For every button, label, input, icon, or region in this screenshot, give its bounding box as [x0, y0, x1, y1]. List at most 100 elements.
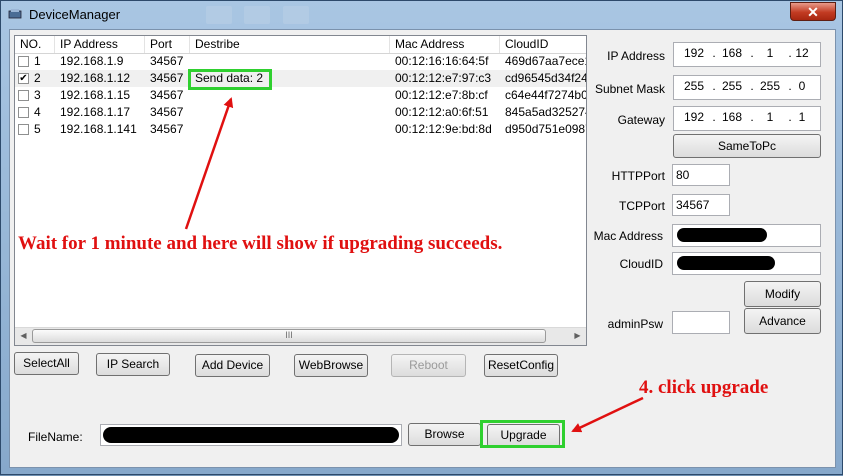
row-checkbox[interactable] [18, 56, 29, 67]
http-port-field[interactable]: 80 [672, 164, 730, 186]
ip-octet[interactable]: 12 [784, 43, 820, 66]
add-device-button[interactable]: Add Device [195, 354, 270, 377]
gateway-field[interactable]: 192. 168. 1. 1 [673, 106, 821, 131]
title-bar: DeviceManager ✕ [1, 1, 843, 29]
file-name-label: FileName: [28, 430, 83, 444]
row-checkbox[interactable] [18, 124, 29, 135]
cell-mac: 00:12:16:16:64:5f [395, 54, 489, 68]
ip-octet[interactable]: 192 [676, 107, 712, 130]
wait-annotation: Wait for 1 minute and here will show if … [18, 233, 503, 254]
ip-octet[interactable]: 192 [676, 43, 712, 66]
select-all-button[interactable]: SelectAll [14, 352, 79, 375]
tcp-port-label: TCPPort [618, 199, 665, 213]
row-checkbox[interactable] [18, 90, 29, 101]
subnet-mask-label: Subnet Mask [594, 82, 665, 96]
background-window-ghost [206, 6, 232, 24]
background-window-ghost [244, 6, 270, 24]
settings-panel: IP Address 192. 168. 1. 12 Subnet Mask 255.… [590, 35, 830, 345]
cell-no: 1 [34, 54, 41, 68]
ip-octet[interactable]: 1 [752, 43, 788, 66]
cell-port: 34567 [150, 122, 184, 136]
ip-octet[interactable]: 255 [752, 76, 788, 99]
http-port-label: HTTPPort [611, 169, 665, 183]
table-row[interactable]: ✔ 2 192.168.1.12 34567 Send data: 2 00:12:12:… [15, 70, 586, 87]
cell-desc [190, 104, 390, 121]
modify-button[interactable]: Modify [744, 281, 821, 307]
cell-ip: 192.168.1.17 [60, 105, 131, 119]
cell-ip: 192.168.1.15 [60, 88, 131, 102]
tcp-port-field[interactable]: 34567 [672, 194, 730, 216]
web-browse-button[interactable]: WebBrowse [294, 354, 368, 377]
cell-cloud: cd96545d34f24c [505, 71, 586, 85]
row-checkbox[interactable]: ✔ [18, 73, 29, 84]
cell-no: 4 [34, 105, 41, 119]
advance-button[interactable]: Advance [744, 308, 821, 334]
col-header-cloudid[interactable]: CloudID [500, 36, 586, 53]
cell-ip: 192.168.1.12 [60, 71, 131, 85]
cell-mac: 00:12:12:a0:6f:51 [395, 105, 489, 119]
cell-port: 34567 [150, 71, 184, 85]
scroll-thumb[interactable]: III [32, 329, 546, 343]
ip-octet[interactable]: 1 [752, 107, 788, 130]
col-header-port[interactable]: Port [145, 36, 190, 53]
gateway-label: Gateway [617, 113, 665, 127]
app-icon [8, 9, 22, 19]
list-header: NO. IP Address Port Destribe Mac Address… [15, 36, 586, 54]
subnet-mask-field[interactable]: 255. 255. 255. 0 [673, 75, 821, 100]
cell-desc [190, 53, 390, 70]
cell-cloud: c64e44f7274b07 [505, 88, 586, 102]
ip-octet[interactable]: 0 [784, 76, 820, 99]
admin-password-field[interactable] [672, 311, 730, 334]
admin-password-label: adminPsw [607, 317, 663, 331]
click-upgrade-annotation: 4. click upgrade [639, 377, 769, 398]
device-manager-window: DeviceManager ✕ NO. IP Address Port Dest… [0, 0, 843, 475]
cell-cloud: 845a5ad325274 [505, 105, 586, 119]
ip-octet[interactable]: 255 [714, 76, 750, 99]
browse-button[interactable]: Browse [408, 423, 481, 446]
reset-config-button[interactable]: ResetConfig [484, 354, 558, 377]
cloudid-label: CloudID [619, 257, 663, 271]
cell-port: 34567 [150, 105, 184, 119]
describe-highlight-box [188, 69, 272, 90]
scroll-left-icon[interactable]: ◀ [15, 328, 32, 344]
redaction-mark [103, 427, 399, 443]
ip-address-field[interactable]: 192. 168. 1. 12 [673, 42, 821, 67]
table-row[interactable]: 1 192.168.1.9 34567 00:12:16:16:64:5f 469d67… [15, 53, 586, 70]
cell-cloud: 469d67aa7ece1 [505, 54, 586, 68]
cell-port: 34567 [150, 54, 184, 68]
ip-search-button[interactable]: IP Search [96, 353, 170, 376]
cell-cloud: d950d751e0987 [505, 122, 586, 136]
table-row[interactable]: 4 192.168.1.17 34567 00:12:12:a0:6f:51 845a5… [15, 104, 586, 121]
cell-desc [190, 121, 390, 138]
window-title: DeviceManager [29, 7, 121, 22]
cell-port: 34567 [150, 88, 184, 102]
reboot-button[interactable]: Reboot [391, 354, 466, 377]
table-row[interactable]: 5 192.168.1.141 34567 00:12:12:9e:bd:8d d950… [15, 121, 586, 138]
cell-mac: 00:12:12:9e:bd:8d [395, 122, 492, 136]
ip-octet[interactable]: 255 [676, 76, 712, 99]
device-list[interactable]: NO. IP Address Port Destribe Mac Address… [14, 35, 587, 346]
col-header-no[interactable]: NO. [15, 36, 55, 53]
ip-address-label: IP Address [607, 49, 665, 63]
background-window-ghost [283, 6, 309, 24]
upgrade-highlight-box [480, 420, 565, 448]
table-row[interactable]: 3 192.168.1.15 34567 00:12:12:e7:8b:cf c64e4… [15, 87, 586, 104]
cell-mac: 00:12:12:e7:8b:cf [395, 88, 488, 102]
close-button[interactable]: ✕ [790, 2, 836, 21]
mac-address-label: Mac Address [593, 229, 663, 243]
redaction-mark [677, 256, 775, 270]
cell-ip: 192.168.1.141 [60, 122, 137, 136]
cell-ip: 192.168.1.9 [60, 54, 124, 68]
scroll-right-icon[interactable]: ▶ [569, 328, 586, 344]
row-checkbox[interactable] [18, 107, 29, 118]
col-header-ip[interactable]: IP Address [55, 36, 145, 53]
ip-octet[interactable]: 1 [784, 107, 820, 130]
cell-no: 3 [34, 88, 41, 102]
same-to-pc-button[interactable]: SameToPc [673, 134, 821, 158]
col-header-mac[interactable]: Mac Address [390, 36, 500, 53]
col-header-describe[interactable]: Destribe [190, 36, 390, 53]
ip-octet[interactable]: 168 [714, 107, 750, 130]
horizontal-scrollbar[interactable]: ◀ III ▶ [15, 327, 586, 345]
close-icon: ✕ [807, 4, 819, 20]
ip-octet[interactable]: 168 [714, 43, 750, 66]
